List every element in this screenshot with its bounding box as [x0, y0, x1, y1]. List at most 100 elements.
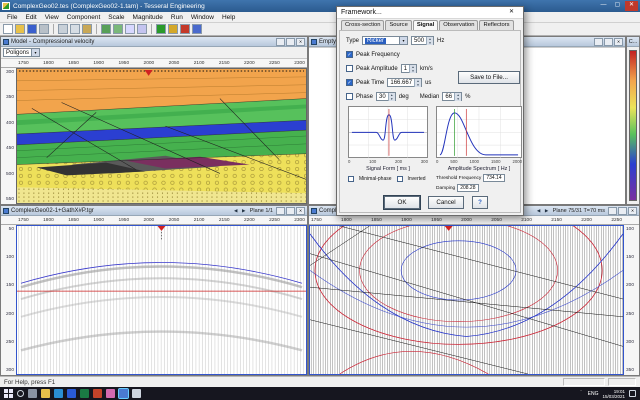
notification-icon[interactable]: [629, 390, 636, 397]
next-plane-button[interactable]: [543, 208, 551, 214]
inverted-checkbox[interactable]: [397, 176, 403, 182]
wavefield-snapshot-view[interactable]: [309, 225, 624, 375]
damping-value-field[interactable]: 208.28: [457, 184, 478, 192]
menu-item[interactable]: View: [41, 14, 63, 21]
threshold-value-field[interactable]: 734.14: [483, 174, 504, 182]
clock[interactable]: 19:01 15/03/2021: [602, 389, 625, 399]
menu-item[interactable]: Component: [63, 14, 105, 21]
model-cross-section-view[interactable]: [16, 68, 307, 204]
menu-item[interactable]: Help: [218, 14, 239, 21]
explorer-icon[interactable]: [41, 389, 50, 398]
panel-close-button[interactable]: [296, 207, 305, 215]
spinner-arrows-icon[interactable]: [409, 65, 416, 73]
app-icon: [2, 2, 10, 10]
help-button[interactable]: ?: [472, 196, 488, 209]
redo-icon[interactable]: [113, 24, 123, 34]
peak-time-field[interactable]: 166.667: [387, 78, 422, 87]
close-button[interactable]: [625, 1, 638, 11]
pause-icon[interactable]: [168, 24, 178, 34]
spinner-arrows-icon[interactable]: [388, 93, 395, 101]
paint-icon[interactable]: [106, 389, 115, 398]
minimal-phase-checkbox[interactable]: [348, 176, 354, 182]
panel-maximize-button[interactable]: [604, 38, 613, 46]
language-indicator[interactable]: ENG: [588, 391, 599, 397]
zoom-in-icon[interactable]: [125, 24, 135, 34]
prev-plane-button[interactable]: [535, 208, 543, 214]
frequency-stepper[interactable]: 500: [411, 36, 434, 45]
ruler-tick-label: 2250: [611, 218, 622, 223]
copy-icon[interactable]: [70, 24, 80, 34]
powerpoint-icon[interactable]: [93, 389, 102, 398]
paste-icon[interactable]: [82, 24, 92, 34]
panel-close-button[interactable]: [614, 38, 623, 46]
notepad-icon[interactable]: [132, 389, 141, 398]
search-icon[interactable]: [17, 390, 24, 397]
panel-maximize-button[interactable]: [286, 38, 295, 46]
window-titlebar[interactable]: ComplexGeo02.tes (ComplexGeo02-1.tam) - …: [0, 0, 640, 12]
menu-item[interactable]: Window: [187, 14, 218, 21]
panel-minimize-button[interactable]: [276, 207, 285, 215]
ruler-tick-label: 1750: [18, 218, 29, 223]
menu-item[interactable]: Run: [167, 14, 187, 21]
axis-tick-label: 1000: [469, 159, 479, 165]
tesseral-app-icon[interactable]: [119, 389, 128, 398]
stop-icon[interactable]: [180, 24, 190, 34]
seismic-gather-view[interactable]: [16, 225, 307, 375]
menu-item[interactable]: File: [3, 14, 21, 21]
peak-amplitude-stepper[interactable]: 1: [401, 64, 417, 73]
open-icon[interactable]: [15, 24, 25, 34]
start-button[interactable]: [4, 389, 13, 398]
maximize-button[interactable]: [611, 1, 624, 11]
cut-icon[interactable]: [58, 24, 68, 34]
panel-close-button[interactable]: [628, 207, 637, 215]
gather-panel-titlebar[interactable]: ComplexGeo02-1+GathX#P.tgr Plane 1/1: [1, 206, 307, 216]
spinner-arrows-icon[interactable]: [454, 93, 461, 101]
ok-button[interactable]: OK: [384, 196, 420, 209]
wavelet-type-select[interactable]: Ricker: [362, 36, 408, 45]
panel-minimize-button[interactable]: [594, 38, 603, 46]
menu-item[interactable]: Scale: [104, 14, 128, 21]
chevron-down-icon[interactable]: [31, 49, 39, 56]
median-label: Median: [420, 94, 440, 100]
phase-stepper[interactable]: 30: [376, 92, 396, 101]
browser-icon[interactable]: [54, 389, 63, 398]
help-icon[interactable]: [192, 24, 202, 34]
zoom-out-icon[interactable]: [137, 24, 147, 34]
peak-amplitude-checkbox[interactable]: [346, 65, 353, 72]
word-icon[interactable]: [67, 389, 76, 398]
dialog-titlebar[interactable]: Framework...: [337, 7, 523, 19]
panel-maximize-button[interactable]: [286, 207, 295, 215]
task-view-icon[interactable]: [28, 389, 37, 398]
excel-icon[interactable]: [80, 389, 89, 398]
phase-checkbox[interactable]: [346, 93, 353, 100]
tray-expand-icon[interactable]: [579, 390, 584, 397]
save-to-file-button[interactable]: Save to File...: [458, 71, 520, 84]
chevron-down-icon[interactable]: [399, 37, 407, 44]
cancel-button[interactable]: Cancel: [428, 196, 464, 209]
panel-minimize-button[interactable]: [276, 38, 285, 46]
menu-item[interactable]: Magnitude: [129, 14, 167, 21]
print-icon[interactable]: [39, 24, 49, 34]
save-icon[interactable]: [27, 24, 37, 34]
panel-minimize-button[interactable]: [608, 207, 617, 215]
minimize-button[interactable]: [597, 1, 610, 11]
panel-maximize-button[interactable]: [618, 207, 627, 215]
prev-plane-button[interactable]: [232, 208, 240, 214]
next-plane-button[interactable]: [240, 208, 248, 214]
snapshot-distance-ruler: 1750180018501900195020002050210021502200…: [309, 216, 639, 225]
model-panel-titlebar[interactable]: Model - Compressional velocity: [1, 37, 307, 47]
peak-frequency-checkbox[interactable]: [346, 51, 353, 58]
menu-item[interactable]: Edit: [21, 14, 40, 21]
spinner-arrows-icon[interactable]: [426, 37, 433, 45]
undo-icon[interactable]: [101, 24, 111, 34]
new-icon[interactable]: [3, 24, 13, 34]
spinner-arrows-icon[interactable]: [414, 79, 421, 87]
ruler-tick-label: 1950: [118, 61, 129, 66]
run-icon[interactable]: [156, 24, 166, 34]
polygons-select[interactable]: Poligons: [3, 48, 40, 57]
dialog-close-button[interactable]: [504, 7, 519, 18]
median-stepper[interactable]: 66: [442, 92, 462, 101]
panel-close-button[interactable]: [296, 38, 305, 46]
velocity-color-scale[interactable]: [629, 50, 637, 201]
peak-time-checkbox[interactable]: [346, 79, 353, 86]
